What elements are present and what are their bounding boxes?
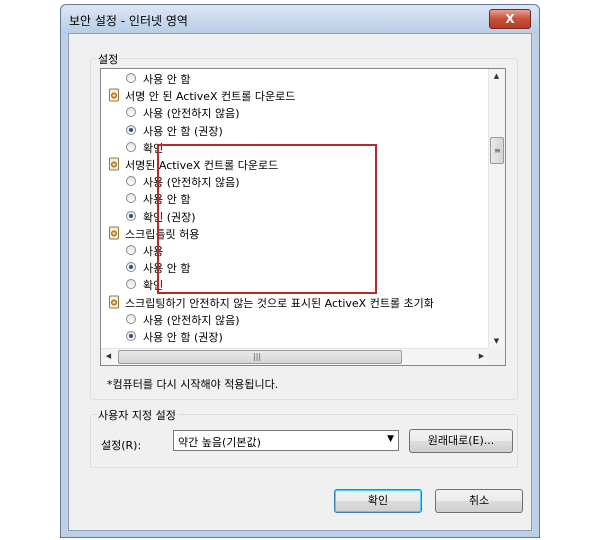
grip-icon: ≡: [494, 146, 501, 155]
security-level-value: 약간 높음(기본값): [178, 436, 261, 449]
grip-icon: |||: [253, 352, 262, 361]
setting-option[interactable]: 사용 안 함 (권장): [101, 122, 489, 139]
setting-option[interactable]: 사용: [101, 242, 489, 259]
setting-option-label: 사용 안 함: [143, 73, 191, 86]
security-settings-dialog: 보안 설정 - 인터넷 영역 X 설정 사용 안 함서명 안 된 ActiveX…: [60, 4, 540, 538]
close-button[interactable]: X: [489, 9, 531, 29]
setting-option-label: 사용 안 함: [143, 193, 191, 207]
chevron-down-icon: ▼: [387, 434, 394, 444]
setting-gear-icon: [108, 226, 120, 240]
setting-category-label: 서명 안 된 ActiveX 컨트롤 다운로드: [125, 90, 296, 104]
setting-option[interactable]: 확인: [101, 139, 489, 156]
setting-option-label: 확인: [143, 141, 164, 155]
setting-option[interactable]: 사용 안 함 (권장): [101, 328, 489, 345]
restart-note: *컴퓨터를 다시 시작해야 적용됩니다.: [107, 378, 279, 391]
setting-category: 스크립틀릿 허용: [101, 225, 489, 242]
setting-category: 서명 안 된 ActiveX 컨트롤 다운로드: [101, 87, 489, 104]
setting-option[interactable]: 사용 안 함: [101, 70, 489, 87]
reset-to-label: 설정(R):: [101, 439, 142, 452]
setting-gear-icon: [108, 88, 120, 102]
radio-unchecked-icon[interactable]: [126, 107, 136, 118]
radio-unchecked-icon[interactable]: [126, 73, 136, 83]
security-level-select[interactable]: 약간 높음(기본값) ▼: [173, 430, 399, 451]
setting-option[interactable]: 확인 (권장): [101, 208, 489, 225]
setting-option-label: 사용 (안전하지 않음): [143, 107, 240, 121]
title-bar[interactable]: 보안 설정 - 인터넷 영역 X: [61, 5, 539, 33]
setting-category-label: 스크립팅하기 안전하지 않는 것으로 표시된 ActiveX 컨트롤 초기화: [125, 296, 434, 310]
radio-unchecked-icon[interactable]: [126, 193, 136, 204]
window-title: 보안 설정 - 인터넷 영역: [69, 14, 188, 28]
setting-option[interactable]: 사용 (안전하지 않음): [101, 104, 489, 121]
setting-option-label: 사용 안 함: [143, 262, 191, 276]
reset-button[interactable]: 원래대로(E)...: [409, 429, 513, 453]
setting-option-label: 사용 (안전하지 않음): [143, 176, 240, 190]
horizontal-scroll-thumb[interactable]: |||: [118, 350, 402, 364]
scroll-up-icon[interactable]: ▲: [489, 69, 504, 84]
scroll-right-icon[interactable]: ▶: [474, 349, 489, 364]
setting-category-label: 스크립틀릿 허용: [125, 227, 200, 241]
horizontal-scrollbar[interactable]: ◀ ||| ▶: [101, 348, 489, 365]
radio-checked-icon[interactable]: [126, 210, 136, 221]
settings-list[interactable]: 사용 안 함 서명 안 된 ActiveX 컨트롤 다운로드 사용 (안전하지 않음…: [100, 68, 506, 366]
dialog-body: 설정 사용 안 함 서명 안 된 ActiveX 컨트롤 다운로드 사용 (안전하지…: [68, 33, 532, 531]
setting-option[interactable]: 사용 안 함: [101, 259, 489, 276]
setting-option[interactable]: 사용 안 함: [101, 190, 489, 207]
setting-option-label: 사용: [143, 245, 164, 258]
radio-unchecked-icon[interactable]: [126, 279, 136, 290]
setting-option-label: 사용 안 함 (권장): [143, 124, 223, 138]
setting-gear-icon: [108, 295, 120, 309]
setting-option[interactable]: 사용 (안전하지 않음): [101, 173, 489, 190]
scroll-corner: [488, 348, 505, 365]
setting-option-label: 사용 (안전하지 않음): [143, 313, 240, 327]
vertical-scroll-thumb[interactable]: ≡: [490, 137, 504, 164]
custom-settings-group-label: 사용자 지정 설정: [96, 407, 178, 423]
radio-checked-icon[interactable]: [126, 124, 136, 135]
setting-category: 스크립팅하기 안전하지 않는 것으로 표시된 ActiveX 컨트롤 초기화: [101, 294, 489, 311]
setting-option-label: 확인: [143, 279, 164, 293]
radio-unchecked-icon[interactable]: [126, 176, 136, 187]
radio-unchecked-icon[interactable]: [126, 313, 136, 324]
ok-button[interactable]: 확인: [334, 489, 422, 513]
cancel-button[interactable]: 취소: [435, 489, 523, 513]
setting-category: 서명된 ActiveX 컨트롤 다운로드: [101, 156, 489, 173]
settings-list-content: 사용 안 함 서명 안 된 ActiveX 컨트롤 다운로드 사용 (안전하지 않음…: [101, 69, 489, 349]
scroll-down-icon[interactable]: ▼: [489, 334, 504, 349]
radio-unchecked-icon[interactable]: [126, 141, 136, 152]
scroll-left-icon[interactable]: ◀: [101, 349, 116, 364]
radio-checked-icon[interactable]: [126, 262, 136, 273]
vertical-scrollbar[interactable]: ▲ ≡ ▼: [488, 69, 505, 349]
setting-option[interactable]: 확인: [101, 276, 489, 293]
setting-gear-icon: [108, 157, 120, 171]
setting-option-label: 확인 (권장): [143, 210, 196, 224]
setting-option-label: 사용 안 함 (권장): [143, 331, 223, 344]
setting-option[interactable]: 사용 (안전하지 않음): [101, 311, 489, 328]
close-icon: X: [505, 12, 515, 26]
setting-category-label: 서명된 ActiveX 컨트롤 다운로드: [125, 159, 279, 172]
radio-unchecked-icon[interactable]: [126, 245, 136, 255]
settings-group-label: 설정: [96, 51, 121, 67]
radio-checked-icon[interactable]: [126, 331, 136, 341]
